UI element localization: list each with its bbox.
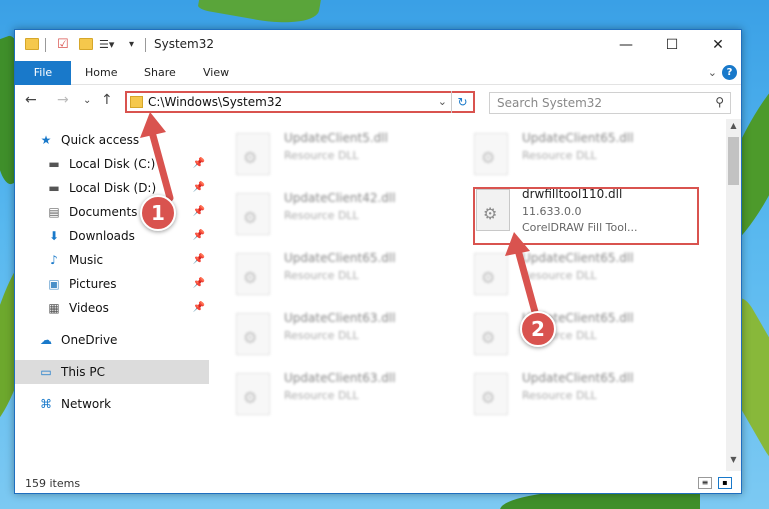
callout-step-1: 1	[140, 195, 176, 231]
arrow-head	[140, 112, 166, 138]
arrow-to-address-bar	[148, 128, 174, 202]
arrow-to-dll-file	[514, 246, 539, 316]
callout-step-2: 2	[520, 311, 556, 347]
arrow-head	[505, 232, 530, 256]
annotation-arrows	[140, 112, 539, 316]
